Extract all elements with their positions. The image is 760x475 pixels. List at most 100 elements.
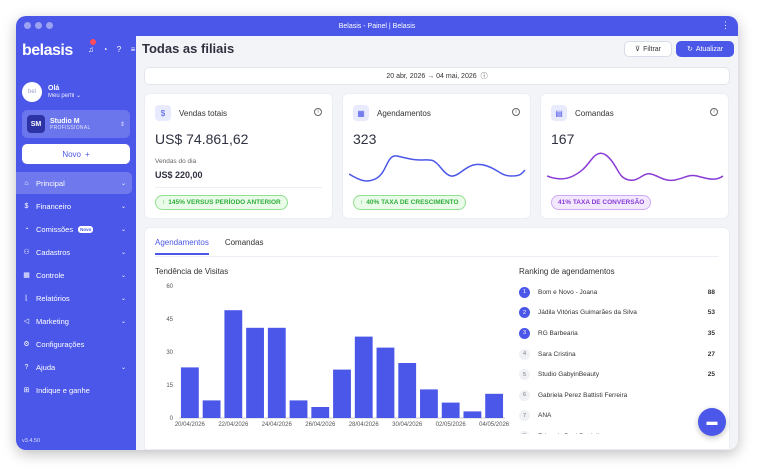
bar[interactable] bbox=[376, 347, 395, 418]
conversion-pill: 41% TAXA DE CONVERSÃO bbox=[551, 195, 652, 210]
bar[interactable] bbox=[463, 411, 482, 418]
chart-title: Tendência de Visitas bbox=[155, 267, 229, 276]
plus-icon: + bbox=[85, 149, 90, 159]
sidebar-item-controle[interactable]: ▦ Controle ⌄ bbox=[16, 264, 132, 286]
sidebar-item-label: Financeiro bbox=[36, 201, 72, 211]
appointments-sparkline bbox=[349, 155, 526, 182]
card-title: Vendas totais bbox=[179, 109, 228, 118]
sidebar-item-marketing[interactable]: ◁ Marketing ⌄ bbox=[16, 310, 132, 332]
rank-name: Bom e Novo - Joana bbox=[538, 288, 598, 296]
help-circle-icon[interactable]: ? bbox=[114, 44, 124, 54]
info-icon[interactable]: i bbox=[314, 108, 322, 116]
sidebar-item-principal[interactable]: ⌂ Principal ⌄ bbox=[16, 172, 132, 194]
grid-icon: ▦ bbox=[23, 272, 30, 279]
info-icon[interactable]: i bbox=[710, 108, 718, 116]
chart-icon: ⌊ bbox=[25, 295, 28, 302]
bar[interactable] bbox=[224, 310, 243, 418]
date-range-picker[interactable]: 20 abr, 2026 → 04 mai, 2026 ⓘ bbox=[144, 67, 730, 85]
vertical-dots-icon[interactable]: ⋮ bbox=[721, 20, 730, 31]
info-icon[interactable]: i bbox=[512, 108, 520, 116]
y-tick-label: 15 bbox=[166, 383, 173, 389]
bar[interactable] bbox=[267, 327, 286, 418]
y-tick-label: 0 bbox=[170, 416, 174, 422]
dollar-icon: $ bbox=[24, 202, 29, 210]
sidebar-item-label: Cadastros bbox=[36, 247, 71, 257]
ranking-list: 1 Bom e Novo - Joana 88 2 Jádila Vitórias Gu… bbox=[519, 282, 715, 434]
rank-name: Gabriela Perez Battisti Ferreira bbox=[538, 391, 628, 399]
rank-value: 27 bbox=[707, 350, 715, 358]
main-content: Todas as filiais ⊽ Filtrar ↻ Atualizar 2… bbox=[136, 36, 738, 450]
bar[interactable] bbox=[202, 400, 221, 418]
bar[interactable] bbox=[485, 393, 504, 418]
sidebar-item-configuracoes[interactable]: ⚙ Configurações bbox=[16, 333, 132, 355]
list-item[interactable]: 3 RG Barbearia 35 bbox=[519, 323, 715, 344]
studio-selector[interactable]: SM Studio M PROFISSIONAL ⇕ bbox=[22, 110, 130, 138]
rank-position: 3 bbox=[519, 327, 530, 339]
sidebar-item-relatorios[interactable]: ⌊ Relatórios ⌄ bbox=[16, 287, 132, 309]
sidebar-item-comissoes[interactable]: ◔ Comissões Novo ⌄ bbox=[16, 218, 132, 240]
bar[interactable] bbox=[180, 367, 199, 418]
pie-icon: ◔ bbox=[24, 225, 29, 233]
list-item[interactable]: 8Eduardo Davi Daniell13 bbox=[519, 426, 715, 434]
sidebar-top-icons: ♫ ◔ ? ≡ bbox=[86, 44, 138, 54]
chevron-down-icon: ⌄ bbox=[120, 318, 126, 325]
gauge-icon[interactable]: ◔ bbox=[100, 44, 110, 54]
date-range-text: 20 abr, 2026 → 04 mai, 2026 bbox=[386, 72, 477, 80]
logo[interactable]: belasis bbox=[22, 42, 73, 60]
sidebar-item-label: Configurações bbox=[36, 339, 85, 349]
bar[interactable] bbox=[311, 407, 330, 418]
list-item[interactable]: 4 Sara Cristina 27 bbox=[519, 344, 715, 365]
card-orders: ▤ Comandas i 167 41% TAXA DE CONVERSÃO bbox=[540, 93, 729, 219]
card-title: Agendamentos bbox=[377, 109, 431, 118]
bar[interactable] bbox=[420, 389, 438, 418]
user-profile[interactable]: bel Olá Meu perfil ⌄ bbox=[22, 82, 81, 102]
card-sub-value: US$ 220,00 bbox=[155, 170, 203, 180]
list-item[interactable]: 5 Studio GabyinBeauty 25 bbox=[519, 364, 715, 385]
growth-pill: ↑ 145% VERSUS PERÍODO ANTERIOR bbox=[155, 195, 288, 210]
rank-value: 25 bbox=[707, 371, 715, 379]
sidebar-item-label: Relatórios bbox=[36, 293, 70, 303]
sidebar-item-cadastros[interactable]: ⚇ Cadastros ⌄ bbox=[16, 241, 132, 263]
bar[interactable] bbox=[441, 402, 460, 418]
filter-button[interactable]: ⊽ Filtrar bbox=[624, 41, 672, 57]
refresh-button[interactable]: ↻ Atualizar bbox=[676, 41, 734, 57]
tab-comandas[interactable]: Comandas bbox=[225, 232, 264, 255]
x-tick-label: 04/05/2026 bbox=[479, 422, 509, 428]
x-tick-label: 28/04/2026 bbox=[349, 422, 380, 428]
tab-agendamentos[interactable]: Agendamentos bbox=[155, 232, 209, 255]
chevron-down-icon: ⌄ bbox=[120, 203, 126, 210]
window-controls[interactable] bbox=[24, 22, 53, 29]
rank-name: Eduardo Davi Daniell bbox=[538, 433, 695, 434]
list-item[interactable]: 7 ANA bbox=[519, 406, 715, 427]
x-tick-label: 20/04/2026 bbox=[175, 422, 206, 428]
sidebar-item-ajuda[interactable]: ? Ajuda ⌄ bbox=[16, 356, 132, 378]
list-item[interactable]: 6 Gabriela Perez Battisti Ferreira bbox=[519, 385, 715, 406]
bell-icon[interactable]: ♫ bbox=[86, 44, 96, 54]
profile-link[interactable]: Meu perfil bbox=[48, 93, 74, 99]
new-button[interactable]: Novo + bbox=[22, 144, 130, 164]
title-bar: Belasis - Painel | Belasis ⋮ bbox=[16, 16, 738, 36]
sidebar-item-indique[interactable]: ⊞ Indique e ganhe bbox=[16, 379, 132, 401]
studio-plan: PROFISSIONAL bbox=[50, 124, 91, 131]
dollar-icon: $ bbox=[155, 105, 171, 121]
card-value: 323 bbox=[353, 131, 377, 147]
list-item[interactable]: 1 Bom e Novo - Joana 88 bbox=[519, 282, 715, 303]
chat-bubble-icon[interactable]: ▬ bbox=[698, 408, 726, 436]
avatar: bel bbox=[22, 82, 42, 102]
bar[interactable] bbox=[398, 363, 417, 418]
page-title: Todas as filiais bbox=[142, 41, 235, 56]
bar[interactable] bbox=[289, 400, 308, 418]
x-tick-label: 24/04/2026 bbox=[262, 422, 293, 428]
list-item[interactable]: 2 Jádila Vitórias Guimarães da Silva 53 bbox=[519, 303, 715, 324]
bar[interactable] bbox=[246, 327, 264, 418]
sidebar-item-financeiro[interactable]: $ Financeiro ⌄ bbox=[16, 195, 132, 217]
bar[interactable] bbox=[354, 336, 373, 418]
arrow-up-icon: ↑ bbox=[162, 199, 166, 206]
growth-pill: ↑ 40% TAXA DE CRESCIMENTO bbox=[353, 195, 466, 210]
sidebar-item-label: Indique e ganhe bbox=[36, 385, 90, 395]
bar[interactable] bbox=[333, 369, 351, 418]
sidebar-menu: ⌂ Principal ⌄ $ Financeiro ⌄ ◔ Comissões… bbox=[16, 172, 136, 402]
pill-text: 41% TAXA DE CONVERSÃO bbox=[558, 199, 645, 206]
window-title: Belasis - Painel | Belasis bbox=[338, 22, 416, 30]
visits-bar-chart: 0 15 30 45 60 20/04/2026 22/04/2026 24/04/2026 2… bbox=[166, 284, 509, 428]
